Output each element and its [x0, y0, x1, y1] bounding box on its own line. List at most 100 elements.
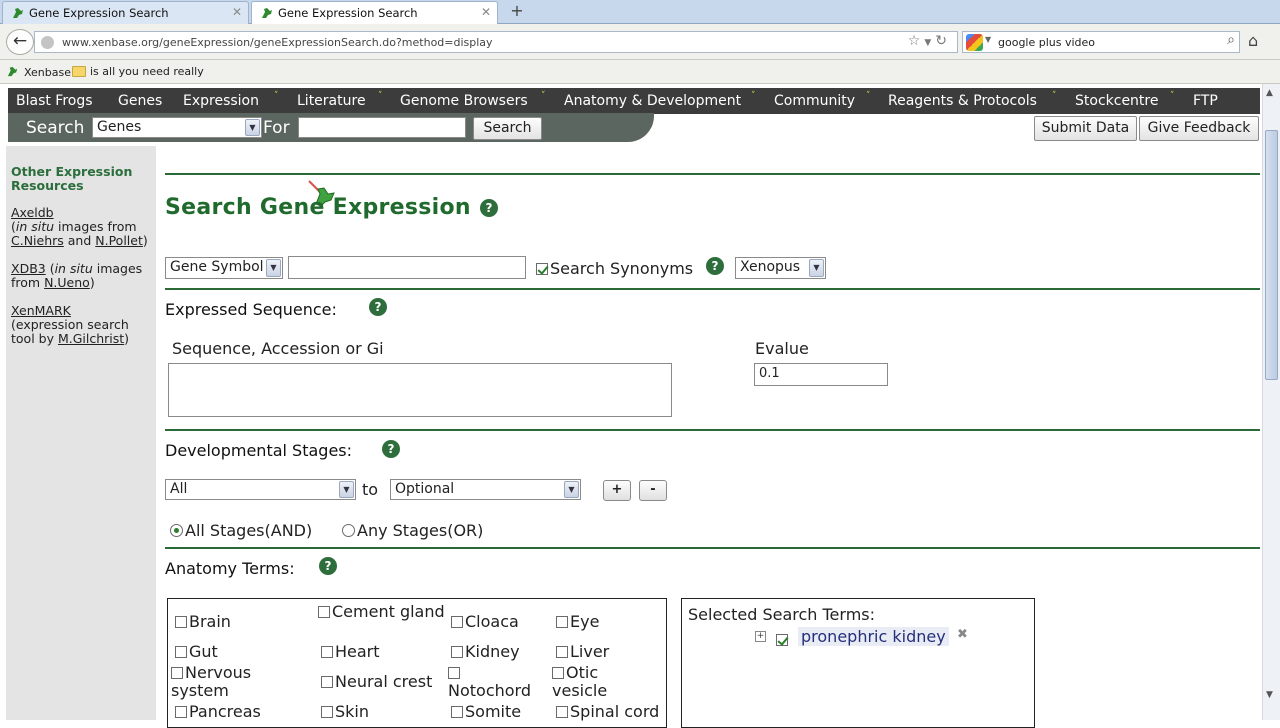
star-icon[interactable]: ☆	[908, 33, 925, 49]
term-checkbox[interactable]	[321, 676, 333, 688]
stage-from-select[interactable]: All ▼	[165, 479, 356, 500]
nav-blast-frogs[interactable]: Blast Frogs	[16, 93, 93, 109]
address-bar[interactable]: www.xenbase.org/geneExpression/geneExpre…	[34, 31, 958, 53]
anatomy-term[interactable]: Skin	[321, 703, 369, 721]
close-icon[interactable]: ✕	[232, 5, 242, 19]
xdb3-link[interactable]: XDB3	[11, 261, 46, 276]
axeldb-link[interactable]: Axeldb	[11, 205, 54, 220]
scroll-thumb[interactable]	[1265, 130, 1278, 380]
anatomy-term[interactable]: Heart	[321, 643, 380, 661]
chevron-down-icon[interactable]: ˅	[378, 91, 383, 101]
remove-term-icon[interactable]: ✖	[957, 627, 968, 642]
selected-term-checkbox[interactable]	[776, 634, 788, 646]
term-checkbox[interactable]	[175, 616, 187, 628]
any-stages-radio[interactable]	[342, 524, 355, 537]
selected-term[interactable]: pronephric kidney	[798, 627, 949, 646]
species-select[interactable]: Xenopus ▼	[735, 257, 826, 279]
term-checkbox[interactable]	[321, 706, 333, 718]
anatomy-term[interactable]: Spinal cord	[556, 703, 659, 721]
term-checkbox[interactable]	[556, 706, 568, 718]
help-icon[interactable]: ?	[369, 298, 387, 316]
new-tab-button[interactable]: +	[505, 2, 529, 22]
help-icon[interactable]: ?	[706, 257, 724, 275]
anatomy-term[interactable]: Cloaca	[451, 613, 519, 631]
help-icon[interactable]: ?	[319, 557, 337, 575]
term-checkbox[interactable]	[451, 616, 463, 628]
xenmark-link[interactable]: XenMARK	[11, 303, 71, 318]
home-icon[interactable]: ⌂	[1248, 31, 1258, 50]
term-checkbox[interactable]	[451, 646, 463, 658]
scroll-up-icon[interactable]: ▲	[1266, 88, 1273, 98]
site-search-input[interactable]	[298, 117, 466, 138]
author-link[interactable]: C.Niehrs	[11, 233, 64, 248]
expand-icon[interactable]: +	[755, 631, 766, 642]
term-checkbox[interactable]	[175, 646, 187, 658]
page-scrollbar[interactable]: ▲ ▼	[1262, 84, 1280, 720]
term-checkbox[interactable]	[321, 646, 333, 658]
gene-symbol-input[interactable]	[288, 256, 526, 279]
web-search-box[interactable]: ▼ google plus video ⌕	[962, 31, 1240, 53]
evalue-input[interactable]: 0.1	[754, 363, 888, 386]
close-icon[interactable]: ✕	[481, 5, 491, 19]
nav-reagents-protocols[interactable]: Reagents & Protocols	[888, 93, 1037, 109]
submit-data-button[interactable]: Submit Data	[1034, 116, 1137, 141]
anatomy-term[interactable]: Gut	[175, 643, 218, 661]
any-stages-option[interactable]: Any Stages(OR)	[342, 521, 483, 540]
anatomy-term[interactable]: Nervous system	[171, 664, 281, 700]
nav-ftp[interactable]: FTP	[1193, 93, 1218, 109]
term-checkbox[interactable]	[451, 706, 463, 718]
chevron-down-icon[interactable]: ˅	[751, 91, 756, 101]
chevron-down-icon[interactable]: ˅	[1170, 91, 1175, 101]
help-icon[interactable]: ?	[480, 199, 498, 217]
remove-stage-button[interactable]: -	[639, 480, 667, 501]
term-checkbox[interactable]	[318, 606, 330, 618]
term-checkbox[interactable]	[552, 667, 564, 679]
reload-icon[interactable]: ↻	[935, 33, 951, 49]
browser-tab-active[interactable]: Gene Expression Search ✕	[251, 1, 498, 25]
term-checkbox[interactable]	[175, 706, 187, 718]
nav-literature[interactable]: Literature	[297, 93, 366, 109]
anatomy-term[interactable]: Notochord	[448, 664, 548, 700]
chevron-down-icon[interactable]: ▼	[985, 35, 991, 44]
anatomy-term[interactable]: Brain	[175, 613, 231, 631]
anatomy-term[interactable]: Cement gland	[318, 603, 448, 621]
search-synonyms-option[interactable]: Search Synonyms	[536, 259, 693, 278]
help-icon[interactable]: ?	[382, 440, 400, 458]
anatomy-term[interactable]: Neural crest	[321, 673, 432, 691]
chevron-down-icon[interactable]: ˅	[274, 91, 279, 101]
scroll-down-icon[interactable]: ▼	[1266, 690, 1273, 700]
bookmark-folder[interactable]: is all you need really	[72, 65, 204, 78]
term-checkbox[interactable]	[171, 667, 183, 679]
all-stages-radio[interactable]	[170, 524, 183, 537]
back-button[interactable]: ←	[6, 29, 34, 55]
anatomy-term[interactable]: Liver	[556, 643, 609, 661]
search-synonyms-checkbox[interactable]	[536, 263, 548, 275]
browser-tab[interactable]: Gene Expression Search ✕	[2, 1, 249, 24]
nav-expression[interactable]: Expression	[183, 93, 259, 109]
author-link[interactable]: N.Ueno	[44, 275, 90, 290]
nav-anatomy-development[interactable]: Anatomy & Development	[564, 93, 741, 109]
give-feedback-button[interactable]: Give Feedback	[1139, 116, 1259, 141]
all-stages-option[interactable]: All Stages(AND)	[170, 521, 312, 540]
term-checkbox[interactable]	[448, 667, 460, 679]
nav-genome-browsers[interactable]: Genome Browsers	[400, 93, 528, 109]
add-stage-button[interactable]: +	[603, 480, 631, 501]
chevron-down-icon[interactable]: ˅	[1052, 91, 1057, 101]
search-icon[interactable]: ⌕	[1227, 32, 1235, 48]
sequence-textarea[interactable]	[168, 363, 672, 417]
anatomy-term[interactable]: Kidney	[451, 643, 520, 661]
anatomy-term[interactable]: Eye	[556, 613, 599, 631]
term-checkbox[interactable]	[556, 616, 568, 628]
nav-genes[interactable]: Genes	[118, 93, 162, 109]
nav-community[interactable]: Community	[774, 93, 855, 109]
bookmark-xenbase[interactable]: Xenbase	[6, 65, 71, 79]
anatomy-term[interactable]: Pancreas	[175, 703, 261, 721]
dropdown-icon[interactable]: ▼	[924, 38, 935, 48]
chevron-down-icon[interactable]: ˅	[541, 91, 546, 101]
author-link[interactable]: M.Gilchrist	[58, 331, 124, 346]
site-search-button[interactable]: Search	[473, 117, 542, 140]
term-checkbox[interactable]	[556, 646, 568, 658]
nav-stockcentre[interactable]: Stockcentre	[1075, 93, 1158, 109]
google-icon[interactable]	[966, 34, 983, 51]
gene-symbol-select[interactable]: Gene Symbol ▼	[165, 257, 283, 279]
